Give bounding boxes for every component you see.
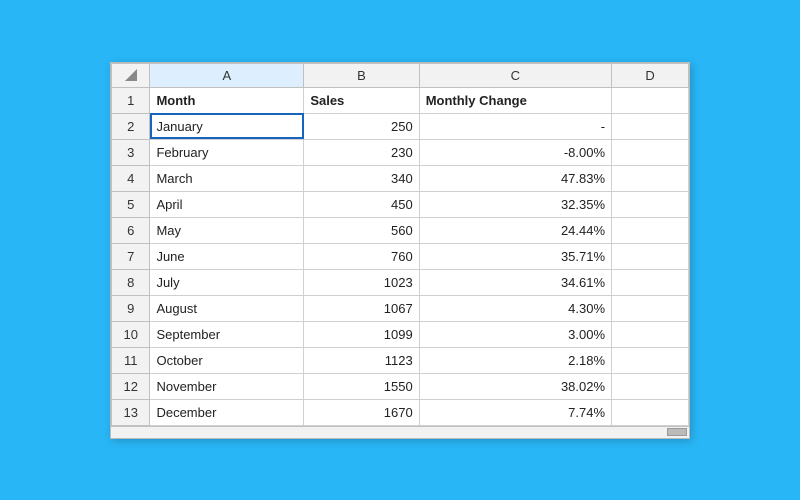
cell-d8[interactable] — [612, 269, 689, 295]
data-row: 13December16707.74% — [112, 399, 689, 425]
row-number[interactable]: 10 — [112, 321, 150, 347]
cell-b1[interactable]: Sales — [304, 87, 419, 113]
cell-c7[interactable]: 35.71% — [419, 243, 611, 269]
data-row: 12November155038.02% — [112, 373, 689, 399]
row-number[interactable]: 4 — [112, 165, 150, 191]
cell-d4[interactable] — [612, 165, 689, 191]
cell-d6[interactable] — [612, 217, 689, 243]
cell-b5[interactable]: 450 — [304, 191, 419, 217]
corner-cell — [112, 63, 150, 87]
cell-a12[interactable]: November — [150, 373, 304, 399]
horizontal-scrollbar[interactable] — [111, 426, 689, 438]
cell-b7[interactable]: 760 — [304, 243, 419, 269]
row-number[interactable]: 9 — [112, 295, 150, 321]
cell-c11[interactable]: 2.18% — [419, 347, 611, 373]
cell-b3[interactable]: 230 — [304, 139, 419, 165]
data-row: 2January250- — [112, 113, 689, 139]
scrollbar-thumb[interactable] — [667, 428, 687, 436]
cell-b2[interactable]: 250 — [304, 113, 419, 139]
cell-d1[interactable] — [612, 87, 689, 113]
cell-c13[interactable]: 7.74% — [419, 399, 611, 425]
cell-c4[interactable]: 47.83% — [419, 165, 611, 191]
spreadsheet: A B C D 1MonthSalesMonthly Change2Januar… — [110, 62, 690, 439]
cell-b11[interactable]: 1123 — [304, 347, 419, 373]
col-header-d[interactable]: D — [612, 63, 689, 87]
cell-a11[interactable]: October — [150, 347, 304, 373]
cell-a9[interactable]: August — [150, 295, 304, 321]
cell-d7[interactable] — [612, 243, 689, 269]
cell-c2[interactable]: - — [419, 113, 611, 139]
cell-a6[interactable]: May — [150, 217, 304, 243]
row-number[interactable]: 11 — [112, 347, 150, 373]
cell-b12[interactable]: 1550 — [304, 373, 419, 399]
row-number[interactable]: 12 — [112, 373, 150, 399]
data-row: 7June76035.71% — [112, 243, 689, 269]
cell-d13[interactable] — [612, 399, 689, 425]
row-number[interactable]: 5 — [112, 191, 150, 217]
cell-b9[interactable]: 1067 — [304, 295, 419, 321]
row-number[interactable]: 2 — [112, 113, 150, 139]
cell-a10[interactable]: September — [150, 321, 304, 347]
cell-d9[interactable] — [612, 295, 689, 321]
data-row: 6May56024.44% — [112, 217, 689, 243]
cell-b10[interactable]: 1099 — [304, 321, 419, 347]
cell-d11[interactable] — [612, 347, 689, 373]
cell-d10[interactable] — [612, 321, 689, 347]
cell-d2[interactable] — [612, 113, 689, 139]
row-number[interactable]: 1 — [112, 87, 150, 113]
cell-d3[interactable] — [612, 139, 689, 165]
row-number[interactable]: 8 — [112, 269, 150, 295]
cell-c9[interactable]: 4.30% — [419, 295, 611, 321]
cell-c6[interactable]: 24.44% — [419, 217, 611, 243]
cell-a4[interactable]: March — [150, 165, 304, 191]
cell-c1[interactable]: Monthly Change — [419, 87, 611, 113]
data-row: 5April45032.35% — [112, 191, 689, 217]
cell-a2[interactable]: January — [150, 113, 304, 139]
cell-a1[interactable]: Month — [150, 87, 304, 113]
cell-c3[interactable]: -8.00% — [419, 139, 611, 165]
data-row: 3February230-8.00% — [112, 139, 689, 165]
cell-d12[interactable] — [612, 373, 689, 399]
col-header-a[interactable]: A — [150, 63, 304, 87]
cell-c12[interactable]: 38.02% — [419, 373, 611, 399]
cell-a7[interactable]: June — [150, 243, 304, 269]
cell-b4[interactable]: 340 — [304, 165, 419, 191]
data-row: 4March34047.83% — [112, 165, 689, 191]
cell-a8[interactable]: July — [150, 269, 304, 295]
cell-b8[interactable]: 1023 — [304, 269, 419, 295]
cell-b13[interactable]: 1670 — [304, 399, 419, 425]
data-row: 9August10674.30% — [112, 295, 689, 321]
row-number[interactable]: 3 — [112, 139, 150, 165]
data-row: 8July102334.61% — [112, 269, 689, 295]
header-row: 1MonthSalesMonthly Change — [112, 87, 689, 113]
data-row: 11October11232.18% — [112, 347, 689, 373]
cell-a5[interactable]: April — [150, 191, 304, 217]
column-header-row: A B C D — [112, 63, 689, 87]
cell-c5[interactable]: 32.35% — [419, 191, 611, 217]
row-number[interactable]: 6 — [112, 217, 150, 243]
cell-a13[interactable]: December — [150, 399, 304, 425]
data-row: 10September10993.00% — [112, 321, 689, 347]
col-header-b[interactable]: B — [304, 63, 419, 87]
cell-c8[interactable]: 34.61% — [419, 269, 611, 295]
cell-d5[interactable] — [612, 191, 689, 217]
row-number[interactable]: 13 — [112, 399, 150, 425]
cell-a3[interactable]: February — [150, 139, 304, 165]
cell-b6[interactable]: 560 — [304, 217, 419, 243]
col-header-c[interactable]: C — [419, 63, 611, 87]
row-number[interactable]: 7 — [112, 243, 150, 269]
cell-c10[interactable]: 3.00% — [419, 321, 611, 347]
